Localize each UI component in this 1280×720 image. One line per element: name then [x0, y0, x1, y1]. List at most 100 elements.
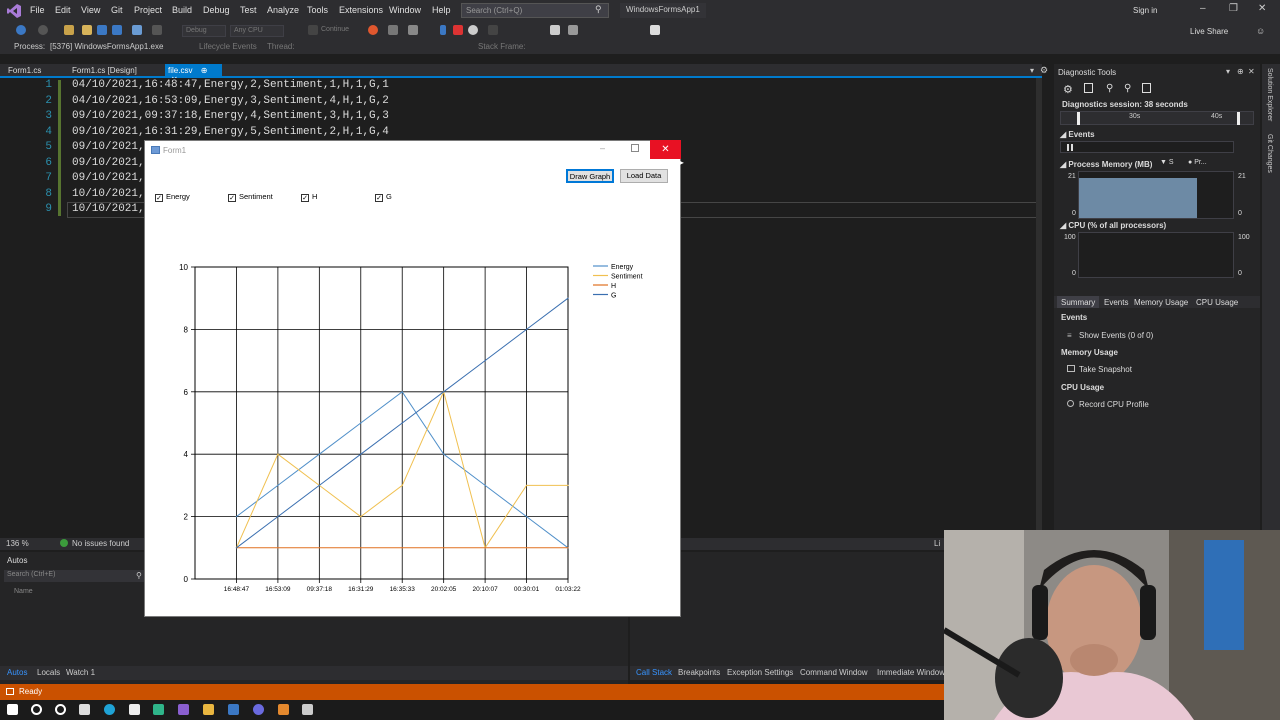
restore-icon[interactable]: ❐ — [1229, 3, 1238, 14]
search-icon[interactable]: ⚲ — [595, 4, 602, 15]
store-icon[interactable] — [228, 704, 239, 715]
live-share-button[interactable]: Live Share — [1190, 27, 1228, 36]
tab-autos[interactable]: Autos — [7, 668, 27, 677]
menu-window[interactable]: Window — [389, 5, 421, 15]
code-line[interactable]: 10/10/2021, — [72, 188, 145, 200]
restart-icon[interactable] — [468, 25, 478, 35]
process-memory-header[interactable]: ◢ Process Memory (MB) — [1060, 160, 1152, 169]
diag-settings-icon[interactable]: ⚙ — [1063, 83, 1073, 96]
code-line[interactable]: 09/10/2021,16:31:29,Energy,5,Sentiment,2… — [72, 126, 389, 138]
show-next-statement-icon[interactable] — [488, 25, 498, 35]
save-all-icon[interactable] — [112, 25, 122, 35]
show-events-link[interactable]: Show Events (0 of 0) — [1079, 331, 1153, 340]
tab-summary[interactable]: Summary — [1057, 296, 1100, 308]
autos-search-icon[interactable]: ⚲ — [136, 571, 142, 580]
cortana-icon[interactable] — [55, 704, 66, 715]
code-line[interactable]: 09/10/2021, — [72, 141, 145, 153]
menu-debug[interactable]: Debug — [203, 5, 230, 15]
undo-icon[interactable] — [132, 25, 142, 35]
format-icon[interactable] — [568, 25, 578, 35]
back-icon[interactable] — [16, 25, 26, 35]
solution-explorer-tab[interactable]: Solution Explorer — [1266, 68, 1273, 121]
tab-call-stack[interactable]: Call Stack — [636, 668, 672, 677]
tab-locals[interactable]: Locals — [37, 668, 60, 677]
reset-view-icon[interactable] — [1142, 83, 1151, 93]
tab-overflow-icon[interactable]: ▾ — [1030, 66, 1034, 75]
hot-reload-icon[interactable] — [368, 25, 378, 35]
task-view-icon[interactable] — [79, 704, 90, 715]
tab-watch-1[interactable]: Watch 1 — [66, 668, 95, 677]
panel-pin-icon[interactable]: ⊕ — [1237, 67, 1244, 76]
timeline-end-handle[interactable] — [1237, 112, 1240, 125]
code-line[interactable]: 04/10/2021,16:53:09,Energy,3,Sentiment,4… — [72, 95, 389, 107]
config-combo[interactable]: Debug — [182, 25, 226, 37]
panel-dropdown-icon[interactable]: ▾ — [1226, 67, 1230, 76]
file-explorer-icon[interactable] — [203, 704, 214, 715]
paint-icon[interactable] — [278, 704, 289, 715]
menu-extensions[interactable]: Extensions — [339, 5, 383, 15]
menu-edit[interactable]: Edit — [55, 5, 71, 15]
panel-close-icon[interactable]: ✕ — [1248, 67, 1255, 76]
issues-status[interactable]: No issues found — [72, 539, 129, 548]
code-line[interactable]: 09/10/2021, — [72, 157, 145, 169]
tab-form1-design[interactable]: Form1.cs [Design] — [72, 66, 137, 75]
zoom-out-icon[interactable]: ⚲ — [1124, 83, 1131, 94]
pin-icon[interactable]: ⊕ — [201, 66, 208, 75]
tab-file-csv[interactable]: file.csv ⊕ ✕ — [165, 64, 222, 84]
continue-label[interactable]: Continue — [321, 26, 349, 33]
form1-window[interactable]: Form1 – ✕ Draw Graph Load Data ✓ Energy ✓… — [144, 140, 681, 617]
tab-breakpoints[interactable]: Breakpoints — [678, 668, 720, 677]
pause-icon[interactable] — [440, 25, 446, 35]
sign-in-link[interactable]: Sign in — [1133, 6, 1157, 15]
close-icon[interactable]: ✕ — [1258, 3, 1266, 14]
feedback-icon[interactable]: ☺ — [1256, 26, 1265, 36]
tab-form1-cs[interactable]: Form1.cs — [8, 66, 41, 75]
menu-tools[interactable]: Tools — [307, 5, 328, 15]
form-app-icon[interactable] — [302, 704, 313, 715]
app-icon[interactable] — [153, 704, 164, 715]
discord-icon[interactable] — [253, 704, 264, 715]
screenshot-icon[interactable] — [408, 25, 418, 35]
menu-git[interactable]: Git — [111, 5, 123, 15]
menu-build[interactable]: Build — [172, 5, 192, 15]
start-icon[interactable] — [7, 704, 18, 715]
cpu-header[interactable]: ◢ CPU (% of all processors) — [1060, 221, 1166, 230]
events-section-header[interactable]: ◢ Events — [1060, 130, 1095, 139]
zoom-in-icon[interactable]: ⚲ — [1106, 83, 1113, 94]
tab-command-window[interactable]: Command Window — [800, 668, 868, 677]
autos-search-input[interactable]: Search (Ctrl+E) — [4, 570, 146, 582]
tab-memory-usage[interactable]: Memory Usage — [1134, 298, 1188, 307]
menu-view[interactable]: View — [81, 5, 100, 15]
tab-events[interactable]: Events — [1104, 298, 1128, 307]
open-icon[interactable] — [82, 25, 92, 35]
editor-scrollbar[interactable] — [1036, 78, 1042, 538]
take-snapshot-link[interactable]: Take Snapshot — [1079, 365, 1132, 374]
code-line[interactable]: 10/10/2021, — [72, 203, 145, 215]
pause-events-icon[interactable] — [1067, 144, 1073, 151]
code-line[interactable]: 09/10/2021,09:37:18,Energy,4,Sentiment,3… — [72, 110, 389, 122]
cpu-graph[interactable] — [1078, 232, 1234, 278]
minimize-icon[interactable]: – — [1200, 3, 1206, 14]
bookmark-icon[interactable] — [650, 25, 660, 35]
tab-cpu-usage[interactable]: CPU Usage — [1196, 298, 1238, 307]
taskbar-search-icon[interactable] — [31, 704, 42, 715]
code-line[interactable]: 04/10/2021,16:48:47,Energy,2,Sentiment,1… — [72, 79, 389, 91]
search-input[interactable]: Search (Ctrl+Q) — [461, 3, 609, 18]
platform-combo[interactable]: Any CPU — [230, 25, 284, 37]
forward-icon[interactable] — [38, 25, 48, 35]
record-cpu-link[interactable]: Record CPU Profile — [1079, 400, 1149, 409]
redo-icon[interactable] — [152, 25, 162, 35]
toggle-breakpoint-icon[interactable] — [550, 25, 560, 35]
process-combo[interactable]: [5376] WindowsFormsApp1.exe — [50, 42, 163, 51]
new-item-icon[interactable] — [64, 25, 74, 35]
code-line[interactable]: 09/10/2021, — [72, 172, 145, 184]
menu-test[interactable]: Test — [240, 5, 257, 15]
diagnostics-icon[interactable] — [388, 25, 398, 35]
timeline-ruler[interactable]: 30s 40s — [1060, 111, 1254, 125]
continue-icon[interactable] — [308, 25, 318, 35]
memory-graph[interactable] — [1078, 171, 1234, 219]
menu-analyze[interactable]: Analyze — [267, 5, 299, 15]
settings-gear-icon[interactable]: ⚙ — [1040, 65, 1048, 76]
menu-file[interactable]: File — [30, 5, 45, 15]
zoom-level[interactable]: 136 % — [6, 539, 29, 548]
